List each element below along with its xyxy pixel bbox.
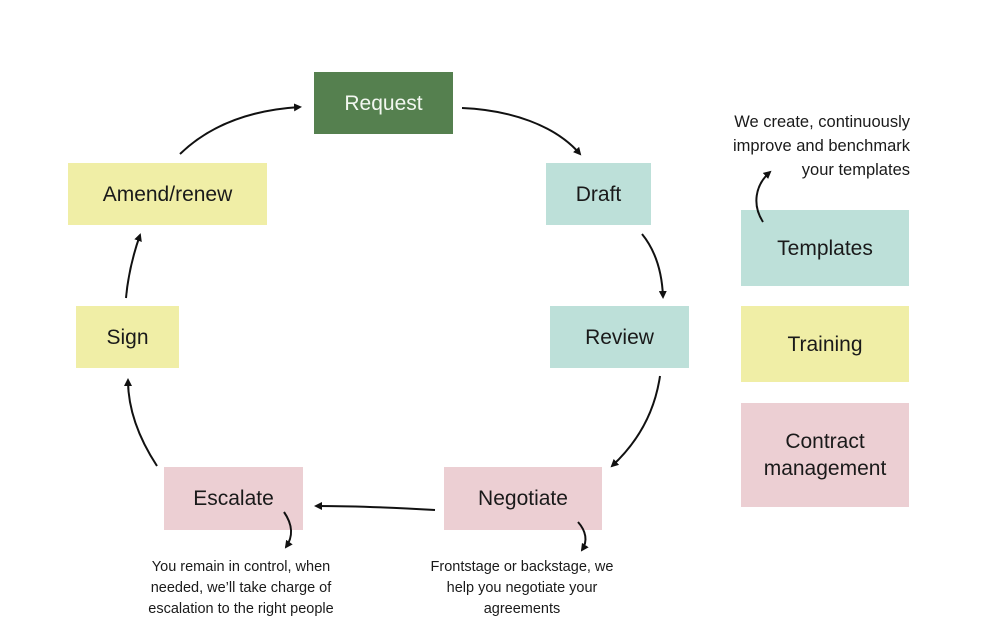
arrow-draft-to-review [641, 233, 667, 299]
arrow-request-to-draft [461, 107, 582, 156]
flow-arrows [124, 103, 772, 552]
arrow-sign-to-amend [125, 233, 142, 299]
arrow-amend-to-request [179, 103, 302, 155]
arrow-templates-note [755, 170, 772, 223]
arrow-escalate-to-sign [124, 378, 158, 467]
arrow-negotiate-note [577, 521, 589, 552]
arrow-review-to-negotiate [610, 375, 661, 468]
arrow-escalate-note [283, 511, 293, 549]
arrow-negotiate-to-escalate [314, 502, 436, 511]
